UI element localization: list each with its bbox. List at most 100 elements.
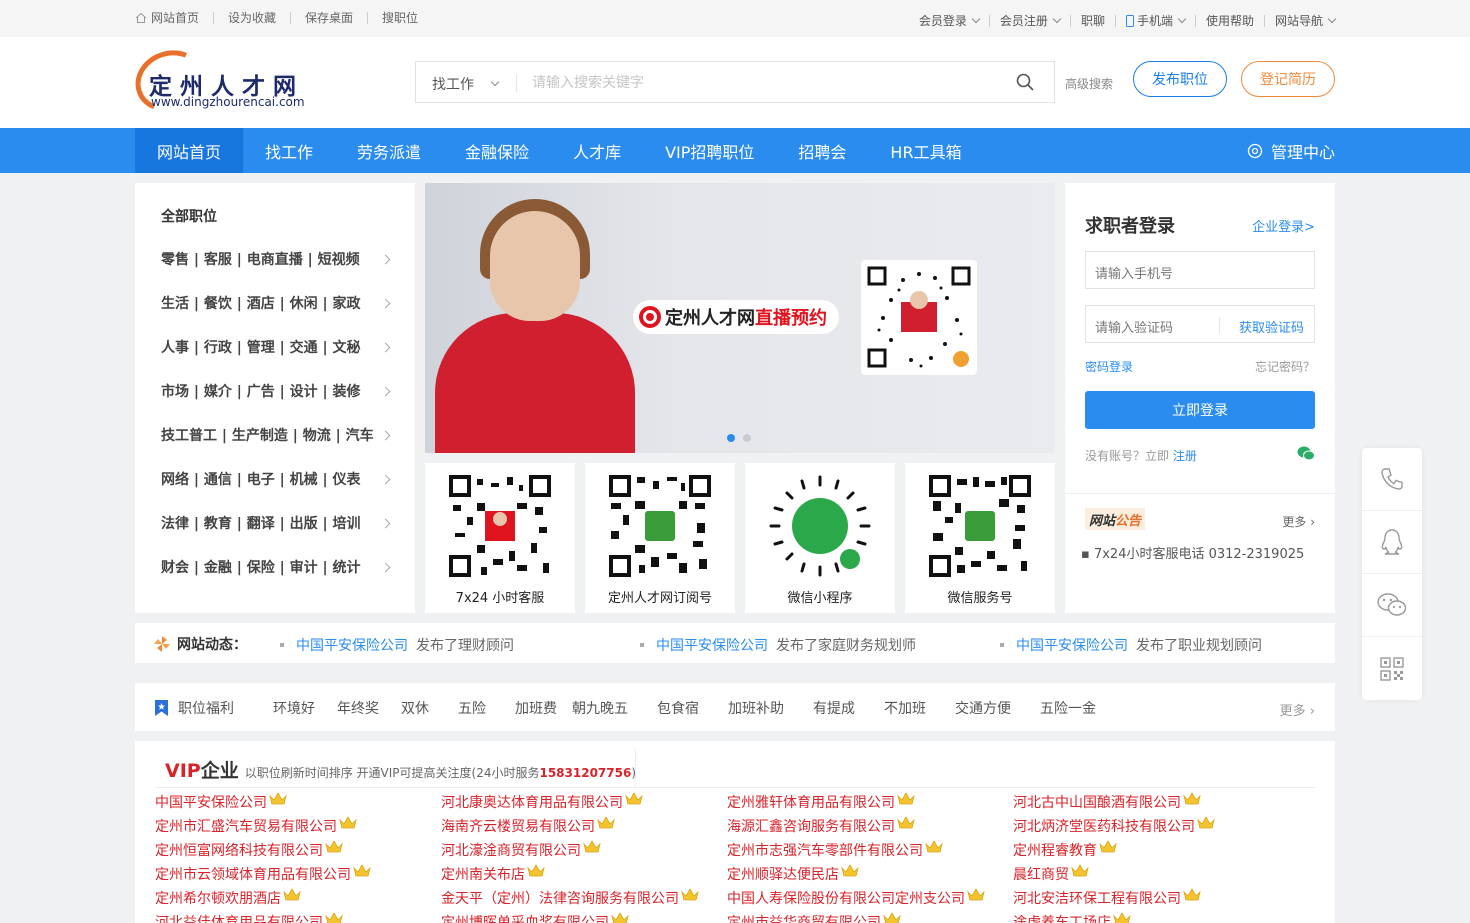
vip-company-link[interactable]: 海源汇鑫咨询服务有限公司 — [727, 814, 985, 838]
news-text: 发布了家庭财务规划师 — [776, 638, 916, 654]
password-login-link[interactable]: 密码登录 — [1085, 358, 1133, 375]
carousel-dot[interactable] — [743, 434, 751, 442]
mobile-menu[interactable]: 手机端 — [1125, 12, 1187, 29]
nav-item-home[interactable]: 网站首页 — [135, 128, 244, 173]
post-job-button[interactable]: 发布职位 — [1133, 61, 1227, 97]
chat-link[interactable]: 职聊 — [1081, 12, 1105, 29]
notice-more-link[interactable]: 更多 › — [1282, 513, 1315, 530]
category-item[interactable]: 市场 | 媒介 | 广告 | 设计 | 装修 — [161, 381, 391, 401]
vip-company-link[interactable]: 定州市云领域体育用品有限公司 — [155, 862, 371, 886]
vip-company-link[interactable]: 定州恒富网络科技有限公司 — [155, 838, 371, 862]
category-item[interactable]: 技工普工 | 生产制造 | 物流 | 汽车 — [161, 425, 391, 445]
news-company-link[interactable]: 中国平安保险公司 — [296, 635, 408, 655]
vip-company-link[interactable]: 定州博晖单采血浆有限公司 — [441, 910, 699, 923]
vip-company-link[interactable]: 河北濠淦商贸有限公司 — [441, 838, 699, 862]
welfare-tag[interactable]: 加班费 — [515, 698, 557, 718]
forget-password-link[interactable]: 忘记密码？ — [1255, 358, 1315, 375]
vip-company-link[interactable]: 定州希尔顿欢朋酒店 — [155, 886, 371, 910]
code-field[interactable]: 请输入验证码 获取验证码 — [1085, 305, 1315, 343]
help-link[interactable]: 使用帮助 — [1206, 12, 1254, 29]
management-center-link[interactable]: 管理中心 — [1247, 128, 1335, 173]
enterprise-login-link[interactable]: 企业登录> — [1252, 216, 1315, 235]
welfare-tag[interactable]: 年终奖 — [337, 698, 379, 718]
member-login-menu[interactable]: 会员登录 — [919, 12, 981, 29]
vip-company-link[interactable]: 河北康奥达体育用品有限公司 — [441, 790, 699, 814]
site-logo[interactable]: 定州人才网 www.dingzhourencai.com — [126, 40, 305, 122]
nav-item-vip-jobs[interactable]: VIP招聘职位 — [643, 128, 776, 173]
top-link-home[interactable]: 网站首页 — [151, 9, 199, 26]
wechat-icon[interactable] — [1297, 446, 1315, 461]
category-item[interactable]: 法律 | 教育 | 翻译 | 出版 | 培训 — [161, 513, 391, 533]
vip-company-link[interactable]: 河北安洁环保工程有限公司 — [1013, 886, 1215, 910]
welfare-tag[interactable]: 加班补助 — [728, 698, 784, 718]
welfare-tag[interactable]: 环境好 — [273, 698, 315, 718]
nav-item-find-job[interactable]: 找工作 — [243, 128, 335, 173]
category-item[interactable]: 零售 | 客服 | 电商直播 | 短视频 — [161, 249, 391, 269]
vip-company-link[interactable]: 河北益佳体育用品有限公司 — [155, 910, 371, 923]
category-item[interactable]: 生活 | 餐饮 | 酒店 | 休闲 | 家政 — [161, 293, 391, 313]
advanced-search-link[interactable]: 高级搜索 — [1065, 75, 1113, 92]
notice-item[interactable]: ▪ 7x24小时客服电话 0312-2319025 — [1081, 543, 1304, 562]
welfare-tag[interactable]: 有提成 — [813, 698, 855, 718]
vip-company-link[interactable]: 定州市汇盛汽车贸易有限公司 — [155, 814, 371, 838]
top-link-desktop[interactable]: 保存桌面 — [305, 9, 353, 26]
vip-company-link[interactable]: 定州程睿教育 — [1013, 838, 1215, 862]
top-link-favorite[interactable]: 设为收藏 — [228, 9, 276, 26]
carousel-dot[interactable] — [727, 434, 735, 442]
vip-company-link[interactable]: 定州南关布店 — [441, 862, 699, 886]
welfare-tag[interactable]: 双休 — [401, 698, 429, 718]
login-button[interactable]: 立即登录 — [1085, 391, 1315, 429]
vip-company-link[interactable]: 定州顺驿达便民店 — [727, 862, 985, 886]
welfare-tag[interactable]: 朝九晚五 — [572, 698, 628, 718]
vip-company-link[interactable]: 定州雅轩体育用品有限公司 — [727, 790, 985, 814]
vip-company-link[interactable]: 海南齐云楼贸易有限公司 — [441, 814, 699, 838]
crown-icon — [897, 816, 915, 829]
category-item[interactable]: 网络 | 通信 | 电子 | 机械 | 仪表 — [161, 469, 391, 489]
member-register-label: 会员注册 — [999, 14, 1048, 28]
banner-carousel[interactable]: 定州人才网 直播预约 — [425, 183, 1055, 453]
vip-company-column: 中国平安保险公司 定州市汇盛汽车贸易有限公司 定州恒富网络科技有限公司 定州市云领域体… — [155, 790, 371, 923]
vip-company-link[interactable]: 定州市志强汽车零部件有限公司 — [727, 838, 985, 862]
vip-company-link[interactable]: 河北炳济堂医药科技有限公司 — [1013, 814, 1215, 838]
vip-company-link[interactable]: 中国人寿保险股份有限公司定州支公司 — [727, 886, 985, 910]
category-label: 法律 | 教育 | 翻译 | 出版 | 培训 — [161, 516, 361, 532]
vip-company-link[interactable]: 定州市益华商贸有限公司 — [727, 910, 985, 923]
get-code-button[interactable]: 获取验证码 — [1239, 317, 1304, 336]
welfare-tag[interactable]: 交通方便 — [955, 698, 1011, 718]
welfare-more-link[interactable]: 更多 › — [1280, 700, 1315, 719]
welfare-tag[interactable]: 五险 — [458, 698, 486, 718]
register-link[interactable]: 注册 — [1173, 449, 1197, 463]
vip-company-link[interactable]: 晨红商贸 — [1013, 862, 1215, 886]
nav-item-hr-tools[interactable]: HR工具箱 — [868, 128, 983, 173]
divider — [1114, 14, 1116, 27]
top-link-search-job[interactable]: 搜职位 — [382, 9, 418, 26]
vip-company-link[interactable]: 途虎养车工场店 — [1013, 910, 1215, 923]
nav-item-job-fair[interactable]: 招聘会 — [776, 128, 868, 173]
site-nav-menu[interactable]: 网站导航 — [1275, 12, 1337, 29]
news-company-link[interactable]: 中国平安保险公司 — [656, 635, 768, 655]
category-title[interactable]: 全部职位 — [161, 206, 217, 226]
category-item[interactable]: 人事 | 行政 | 管理 | 交通 | 文秘 — [161, 337, 391, 357]
category-item[interactable]: 财会 | 金融 | 保险 | 审计 | 统计 — [161, 557, 391, 577]
search-icon[interactable] — [1016, 73, 1034, 91]
search-type-select[interactable]: 找工作 — [432, 74, 500, 94]
nav-item-finance-insurance[interactable]: 金融保险 — [443, 128, 551, 173]
register-resume-button[interactable]: 登记简历 — [1241, 61, 1335, 97]
phone-field[interactable]: 请输入手机号 — [1085, 251, 1315, 289]
float-wechat[interactable] — [1362, 574, 1422, 637]
welfare-tag[interactable]: 五险一金 — [1040, 698, 1096, 718]
float-qq[interactable] — [1362, 511, 1422, 574]
nav-item-labor-dispatch[interactable]: 劳务派遣 — [335, 128, 443, 173]
vip-company-link[interactable]: 中国平安保险公司 — [155, 790, 371, 814]
welfare-tag[interactable]: 包食宿 — [657, 698, 699, 718]
welfare-tag[interactable]: 不加班 — [884, 698, 926, 718]
vip-company-link[interactable]: 金天平（定州）法律咨询服务有限公司 — [441, 886, 699, 910]
search-input[interactable] — [532, 70, 992, 96]
search-type-label: 找工作 — [432, 77, 474, 93]
nav-item-talent-pool[interactable]: 人才库 — [551, 128, 643, 173]
member-register-menu[interactable]: 会员注册 — [999, 12, 1062, 29]
float-qrcode[interactable] — [1362, 637, 1422, 700]
vip-company-link[interactable]: 河北古中山国酿酒有限公司 — [1013, 790, 1215, 814]
float-phone[interactable] — [1362, 448, 1422, 511]
news-company-link[interactable]: 中国平安保险公司 — [1016, 635, 1128, 655]
